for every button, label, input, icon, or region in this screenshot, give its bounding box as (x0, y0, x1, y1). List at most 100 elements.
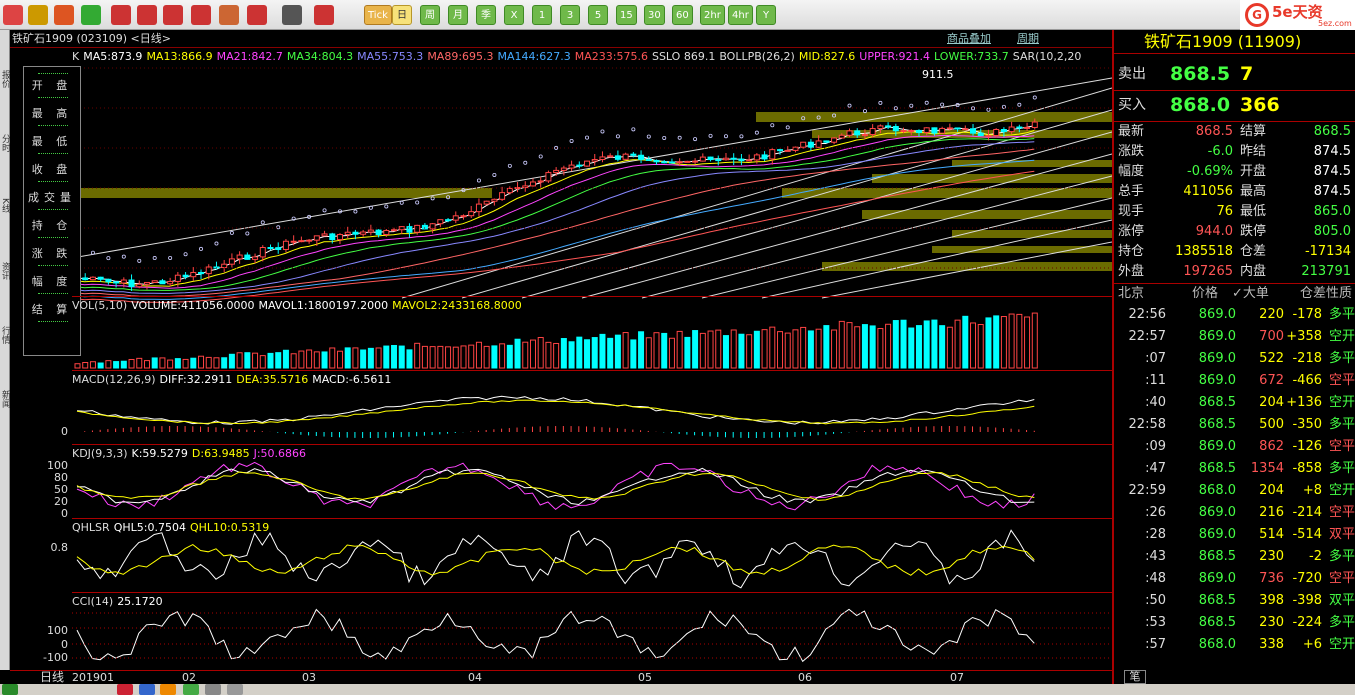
refresh-icon[interactable] (81, 5, 101, 25)
left-nav-item[interactable]: 资讯 (0, 262, 10, 280)
volume-bar (336, 350, 343, 369)
left-nav-item[interactable]: 新闻 (0, 390, 10, 408)
trade-volume: 672 (1259, 373, 1284, 388)
vol-value: VOLUME:411056.0000 (131, 299, 255, 312)
volume-bar (553, 342, 560, 369)
divider (38, 73, 68, 74)
window-icon[interactable] (163, 5, 183, 25)
period-button[interactable]: 月 (448, 5, 468, 25)
trade-header-cell: 仓差 (1300, 286, 1327, 301)
trade-volume: 514 (1259, 527, 1284, 542)
candle-body (985, 135, 992, 138)
candle-body (344, 231, 351, 236)
trade-oi-change: +8 (1302, 483, 1322, 498)
candle-body (746, 159, 753, 162)
report-icon[interactable] (54, 5, 74, 25)
trade-row: 22:57 869.0 700 +358 空开 (1114, 326, 1355, 348)
zoom-out-icon[interactable] (137, 5, 157, 25)
tab-daily[interactable]: 日线 (40, 671, 64, 684)
start-icon[interactable] (2, 684, 18, 695)
line-chart-icon[interactable] (314, 5, 334, 25)
left-nav-item[interactable]: 行情 (0, 326, 10, 344)
quote-key: 涨跌 (1118, 144, 1145, 159)
sar-dot (384, 204, 389, 209)
trade-volume: 204 (1259, 483, 1284, 498)
app-icon[interactable] (117, 684, 133, 695)
home-icon[interactable] (3, 5, 23, 25)
volume-bar (244, 352, 251, 369)
kdj-d-line (76, 471, 1035, 501)
candle-body (838, 134, 845, 139)
period-button[interactable]: 30 (644, 5, 665, 25)
trade-nature: 多平 (1328, 351, 1355, 366)
sar-dot (538, 154, 543, 159)
divider (38, 321, 68, 322)
left-nav-item[interactable]: 分时 (0, 134, 10, 152)
date-label: 07 (950, 671, 964, 684)
kline-chart[interactable]: 911.5 (72, 48, 1112, 670)
period-button[interactable]: 1 (532, 5, 552, 25)
period-tick-button[interactable]: Tick (364, 5, 392, 25)
trade-price: 869.0 (1198, 527, 1236, 542)
app-icon[interactable] (183, 684, 199, 695)
period-button[interactable]: 季 (476, 5, 496, 25)
left-nav-strip: 报价分时 K线资讯行情新闻 (0, 30, 10, 670)
period-button[interactable]: 日 (392, 5, 412, 25)
app-icon[interactable] (139, 684, 155, 695)
volume-bar (730, 329, 737, 369)
sell-qty: 7 (1240, 63, 1254, 85)
period-link[interactable]: 周期 (1017, 32, 1039, 46)
trade-time: 22:57 (1128, 329, 1166, 344)
period-button[interactable]: 3 (560, 5, 580, 25)
divider (38, 265, 68, 266)
volume-bar (854, 326, 861, 369)
sar-dot (229, 230, 234, 235)
volume-bar (638, 331, 645, 369)
volume-bar (792, 329, 799, 369)
quote-key: 跌停 (1240, 224, 1267, 239)
candle-body (313, 235, 320, 241)
volume-bar (383, 345, 390, 369)
left-nav-item[interactable]: 报价 (0, 70, 10, 88)
quote-value: 944.0 (1195, 224, 1233, 239)
sar-dot (924, 100, 929, 105)
zoom-in-icon[interactable] (111, 5, 131, 25)
period-button[interactable]: Y (756, 5, 776, 25)
period-button[interactable]: 5 (588, 5, 608, 25)
period-button[interactable]: X (504, 5, 524, 25)
quote-value: 868.5 (1195, 124, 1233, 139)
overlay-link[interactable]: 商品叠加 (947, 32, 991, 46)
volume-bar (321, 351, 328, 369)
sar-dot (106, 256, 111, 261)
eraser-icon[interactable] (219, 5, 239, 25)
period-button[interactable]: 60 (672, 5, 693, 25)
app-icon[interactable] (227, 684, 243, 695)
app-icon[interactable] (160, 684, 176, 695)
kdj-axis-label: 0 (61, 507, 68, 520)
trade-nature: 空平 (1328, 505, 1355, 520)
trade-time: :43 (1145, 549, 1166, 564)
trade-price: 868.0 (1198, 483, 1236, 498)
candle-body (514, 187, 521, 190)
filter-icon[interactable] (247, 5, 267, 25)
quote-value: 1385518 (1175, 244, 1233, 259)
candle-body (614, 155, 621, 160)
period-button[interactable]: 15 (616, 5, 637, 25)
tab-ticks[interactable]: 笔 (1124, 670, 1146, 684)
volume-profile-bar (952, 160, 1112, 167)
trade-volume: 500 (1259, 417, 1284, 432)
left-nav-item[interactable]: K线 (0, 198, 10, 213)
volume-bar (846, 322, 853, 369)
list-icon[interactable] (282, 5, 302, 25)
period-button[interactable]: 2hr (700, 5, 725, 25)
ohlc-label: 最 低 (31, 135, 73, 148)
period-button[interactable]: 4hr (728, 5, 753, 25)
quote-key: 外盘 (1118, 264, 1145, 279)
book-icon[interactable] (28, 5, 48, 25)
candle-body (267, 247, 274, 250)
period-button[interactable]: 周 (420, 5, 440, 25)
ohlc-label: 涨 跌 (31, 247, 73, 260)
pen-icon[interactable] (191, 5, 211, 25)
app-icon[interactable] (205, 684, 221, 695)
quote-value: 874.5 (1313, 164, 1351, 179)
